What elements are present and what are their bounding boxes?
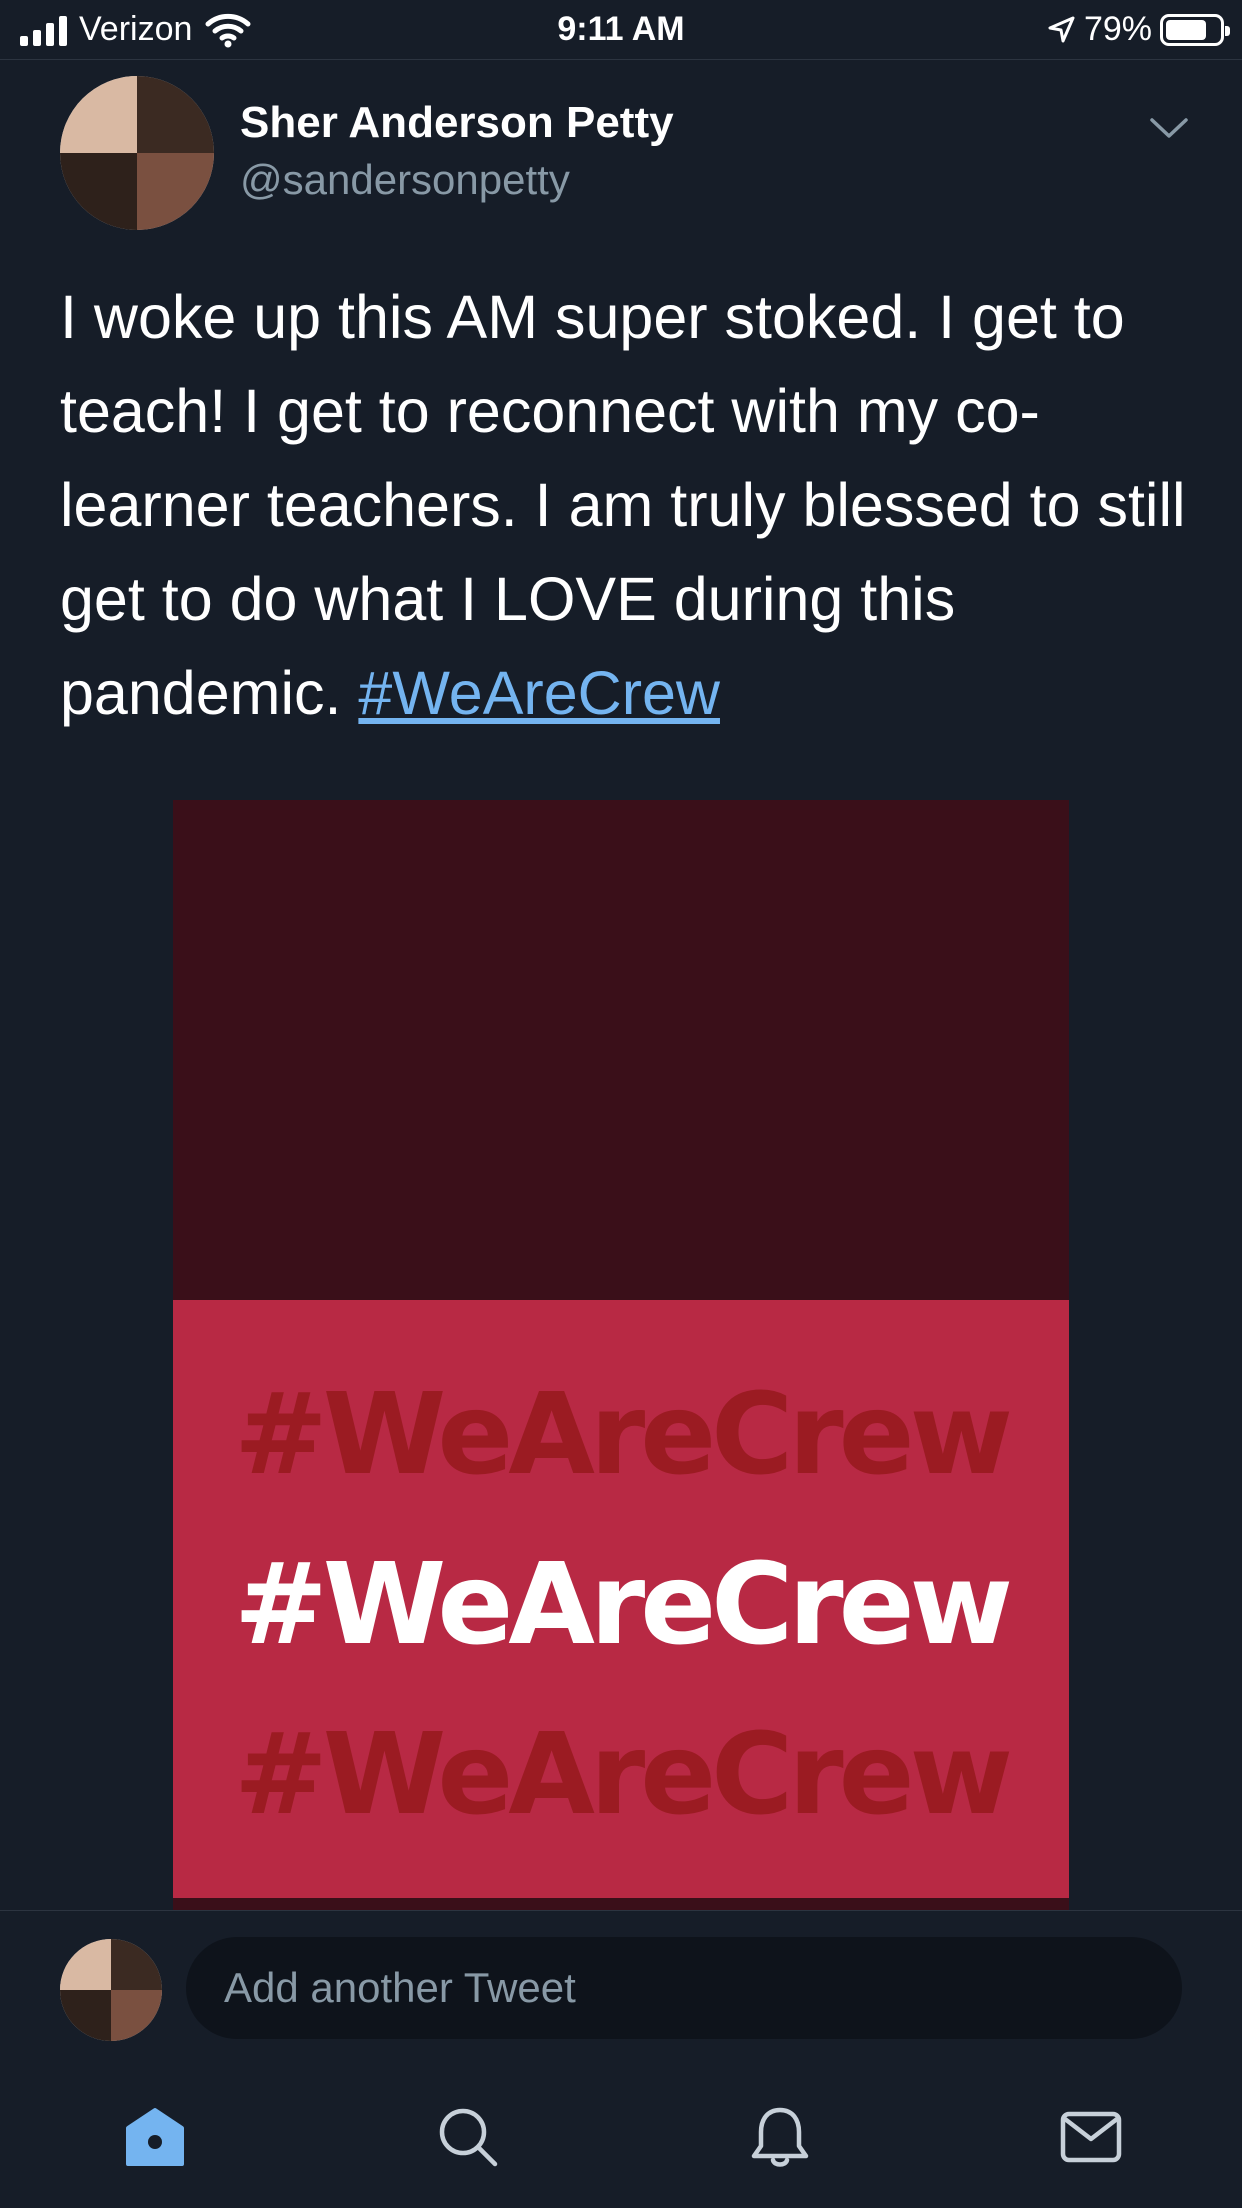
chevron-down-icon[interactable] xyxy=(1148,110,1190,146)
tab-home[interactable] xyxy=(120,2102,190,2172)
add-tweet-input[interactable] xyxy=(186,1937,1182,2039)
tab-search[interactable] xyxy=(433,2102,503,2172)
tab-messages[interactable] xyxy=(1056,2102,1126,2172)
tweet-detail-screen: Verizon 9:11 AM 79% Sher Anderson Petty … xyxy=(0,0,1242,2208)
tweet-media-image[interactable]: #WeAreCrew #WeAreCrew #WeAreCrew xyxy=(173,800,1069,1910)
battery-percent: 79% xyxy=(1083,10,1152,48)
battery-fill xyxy=(1166,19,1206,40)
status-right: 79% xyxy=(1046,10,1230,49)
hashtag-link[interactable]: #WeAreCrew xyxy=(358,659,720,727)
media-dark-panel xyxy=(173,800,1069,1300)
author-display-name[interactable]: Sher Anderson Petty xyxy=(240,98,674,148)
user-avatar[interactable] xyxy=(60,1939,162,2041)
status-bar: Verizon 9:11 AM 79% xyxy=(0,0,1242,60)
search-icon xyxy=(439,2108,498,2167)
notifications-icon xyxy=(751,2107,809,2167)
location-arrow-icon xyxy=(1048,16,1075,42)
tweet-text: I woke up this AM super stoked. I get to… xyxy=(60,270,1190,740)
author-avatar[interactable] xyxy=(60,76,214,230)
media-hashtag-middle: #WeAreCrew xyxy=(233,1540,1013,1670)
tab-notifications[interactable] xyxy=(745,2102,815,2172)
home-icon xyxy=(126,2108,184,2166)
tab-bar xyxy=(0,2070,1242,2208)
media-hashtag-bottom: #WeAreCrew xyxy=(233,1710,1013,1840)
author-handle[interactable]: @sandersonpetty xyxy=(240,156,570,204)
media-hashtag-top: #WeAreCrew xyxy=(233,1370,1013,1500)
reply-bar xyxy=(0,1910,1242,2050)
battery-icon xyxy=(1160,13,1230,46)
messages-icon xyxy=(1060,2111,1122,2163)
